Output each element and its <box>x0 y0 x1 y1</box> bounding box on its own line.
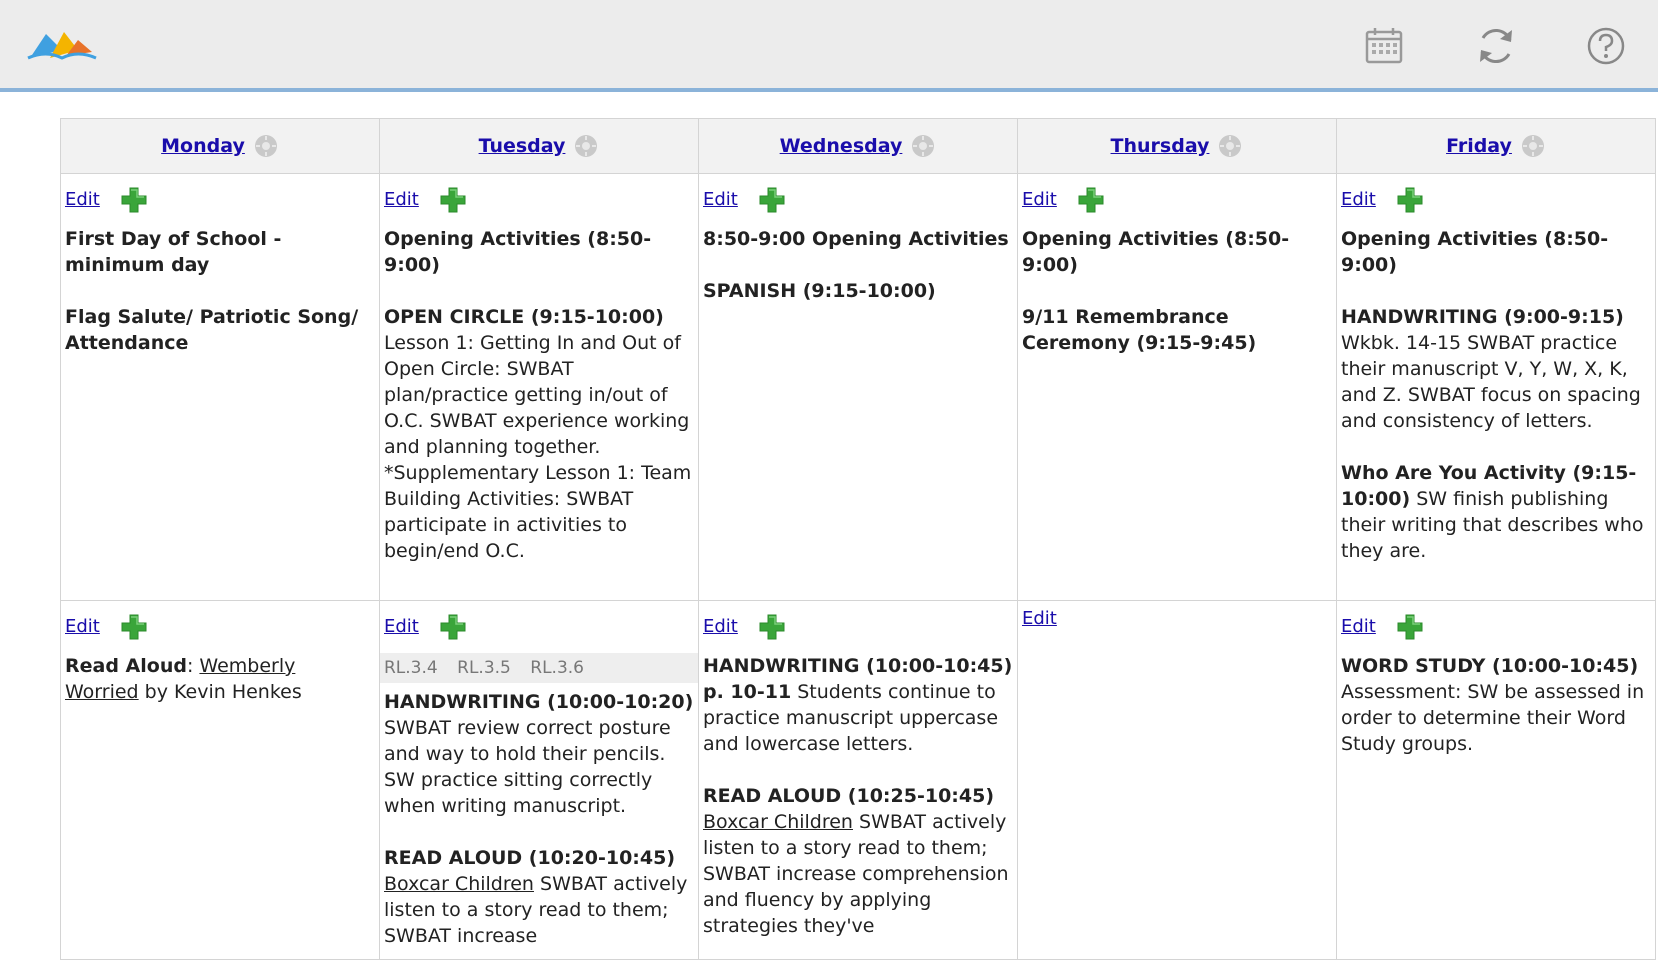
lesson-block: WORD STUDY (10:00-10:45) Assessment: SW … <box>1341 653 1651 757</box>
lesson-title: Read Aloud <box>65 655 187 677</box>
edit-link[interactable]: Edit <box>1341 187 1376 213</box>
lesson-text: Opening Activities (8:50-9:00) <box>384 228 652 276</box>
lesson-text: First Day of School - minimum day <box>65 228 282 276</box>
lesson-block: HANDWRITING (10:00-10:20) SWBAT review c… <box>384 689 694 819</box>
gear-icon[interactable] <box>573 133 599 159</box>
edit-link[interactable]: Edit <box>65 614 100 640</box>
day-header-friday: Friday <box>1336 118 1656 174</box>
edit-link[interactable]: Edit <box>1022 606 1057 632</box>
lesson-title: READ ALOUD (10:25-10:45) <box>703 785 995 807</box>
add-plus-icon[interactable] <box>439 186 467 214</box>
add-plus-icon[interactable] <box>758 613 786 641</box>
add-plus-icon[interactable] <box>1077 186 1105 214</box>
day-header-row: Monday Tuesday Wednesday Thursday Friday <box>60 118 1656 174</box>
lesson-title: OPEN CIRCLE (9:15-10:00) <box>384 306 664 328</box>
edit-link[interactable]: Edit <box>384 614 419 640</box>
lesson-block: HANDWRITING (10:00-10:45) p. 10-11 Stude… <box>703 653 1013 757</box>
lesson-title: WORD STUDY (10:00-10:45) <box>1341 655 1639 677</box>
lesson-title: HANDWRITING (9:00-9:15) <box>1341 306 1624 328</box>
day-link-tuesday[interactable]: Tuesday <box>479 135 566 157</box>
lesson-block: READ ALOUD (10:25-10:45) Boxcar Children… <box>703 783 1013 939</box>
lesson-cell-friday: Edit Opening Activities (8:50-9:00) HAND… <box>1336 173 1656 601</box>
lesson-text: Opening Activities (8:50-9:00) <box>1341 228 1609 276</box>
edit-link[interactable]: Edit <box>1022 187 1057 213</box>
add-plus-icon[interactable] <box>1396 186 1424 214</box>
add-plus-icon[interactable] <box>439 613 467 641</box>
lesson-title: READ ALOUD (10:20-10:45) <box>384 847 676 869</box>
gear-icon[interactable] <box>253 133 279 159</box>
lesson-cell-thursday: Edit Opening Activities (8:50-9:00) 9/11… <box>1017 173 1337 601</box>
book-title: Boxcar Children <box>703 811 853 833</box>
book-title: Boxcar Children <box>384 873 534 895</box>
calendar-icon[interactable] <box>1362 24 1406 68</box>
lesson-planner-table: Monday Tuesday Wednesday Thursday Friday… <box>60 118 1656 960</box>
lesson-text: Opening Activities (8:50-9:00) <box>1022 228 1290 276</box>
lesson-description: Lesson 1: Getting In and Out of Open Cir… <box>384 332 692 562</box>
day-header-tuesday: Tuesday <box>379 118 699 174</box>
add-plus-icon[interactable] <box>120 613 148 641</box>
edit-link[interactable]: Edit <box>1341 614 1376 640</box>
edit-link[interactable]: Edit <box>384 187 419 213</box>
lesson-cell-tuesday: Edit RL.3.4 RL.3.5 RL.3.6 HANDWRITING (1… <box>379 600 699 960</box>
day-link-thursday[interactable]: Thursday <box>1111 135 1210 157</box>
lesson-block: READ ALOUD (10:20-10:45) Boxcar Children… <box>384 845 694 949</box>
lesson-cell-tuesday: Edit Opening Activities (8:50-9:00) OPEN… <box>379 173 699 601</box>
book-logo-icon[interactable] <box>26 28 98 64</box>
lesson-cell-wednesday: Edit HANDWRITING (10:00-10:45) p. 10-11 … <box>698 600 1018 960</box>
lesson-description: by Kevin Henkes <box>138 681 302 703</box>
lesson-text: Flag Salute/ Patriotic Song/ Attendance <box>65 306 359 354</box>
add-plus-icon[interactable] <box>758 186 786 214</box>
lesson-description: SWBAT review correct posture and way to … <box>384 717 671 817</box>
top-bar <box>0 0 1658 92</box>
lesson-cell-monday: Edit Read Aloud: Wemberly Worried by Kev… <box>60 600 380 960</box>
lesson-row: Edit Read Aloud: Wemberly Worried by Kev… <box>60 600 1656 960</box>
lesson-block: Read Aloud: Wemberly Worried by Kevin He… <box>65 653 375 705</box>
lesson-cell-friday: Edit WORD STUDY (10:00-10:45) Assessment… <box>1336 600 1656 960</box>
lesson-separator: : <box>186 655 200 677</box>
lesson-block: OPEN CIRCLE (9:15-10:00) Lesson 1: Getti… <box>384 304 694 564</box>
lesson-block: HANDWRITING (9:00-9:15) Wkbk. 14-15 SWBA… <box>1341 304 1651 434</box>
lesson-row: Edit First Day of School - minimum day F… <box>60 173 1656 601</box>
lesson-block: Who Are You Activity (9:15-10:00) SW fin… <box>1341 460 1651 564</box>
lesson-description: Wkbk. 14-15 SWBAT practice their manuscr… <box>1341 332 1641 432</box>
standards-tags: RL.3.4 RL.3.5 RL.3.6 <box>380 653 698 683</box>
edit-link[interactable]: Edit <box>65 187 100 213</box>
day-link-monday[interactable]: Monday <box>161 135 245 157</box>
edit-link[interactable]: Edit <box>703 187 738 213</box>
lesson-text: 8:50-9:00 Opening Activities <box>703 228 1009 250</box>
lesson-cell-thursday: Edit <box>1017 600 1337 960</box>
day-link-friday[interactable]: Friday <box>1446 135 1512 157</box>
day-header-monday: Monday <box>60 118 380 174</box>
day-header-thursday: Thursday <box>1017 118 1337 174</box>
help-icon[interactable] <box>1584 24 1628 68</box>
lesson-cell-wednesday: Edit 8:50-9:00 Opening Activities SPANIS… <box>698 173 1018 601</box>
edit-link[interactable]: Edit <box>703 614 738 640</box>
add-plus-icon[interactable] <box>120 186 148 214</box>
lesson-text: 9/11 Remembrance Ceremony (9:15-9:45) <box>1022 306 1257 354</box>
day-link-wednesday[interactable]: Wednesday <box>780 135 903 157</box>
lesson-text: SPANISH (9:15-10:00) <box>703 280 936 302</box>
gear-icon[interactable] <box>1217 133 1243 159</box>
gear-icon[interactable] <box>1520 133 1546 159</box>
day-header-wednesday: Wednesday <box>698 118 1018 174</box>
lesson-description: Assessment: SW be assessed in order to d… <box>1341 681 1645 755</box>
lesson-cell-monday: Edit First Day of School - minimum day F… <box>60 173 380 601</box>
refresh-icon[interactable] <box>1474 24 1518 68</box>
add-plus-icon[interactable] <box>1396 613 1424 641</box>
lesson-title: HANDWRITING (10:00-10:20) <box>384 691 694 713</box>
gear-icon[interactable] <box>910 133 936 159</box>
